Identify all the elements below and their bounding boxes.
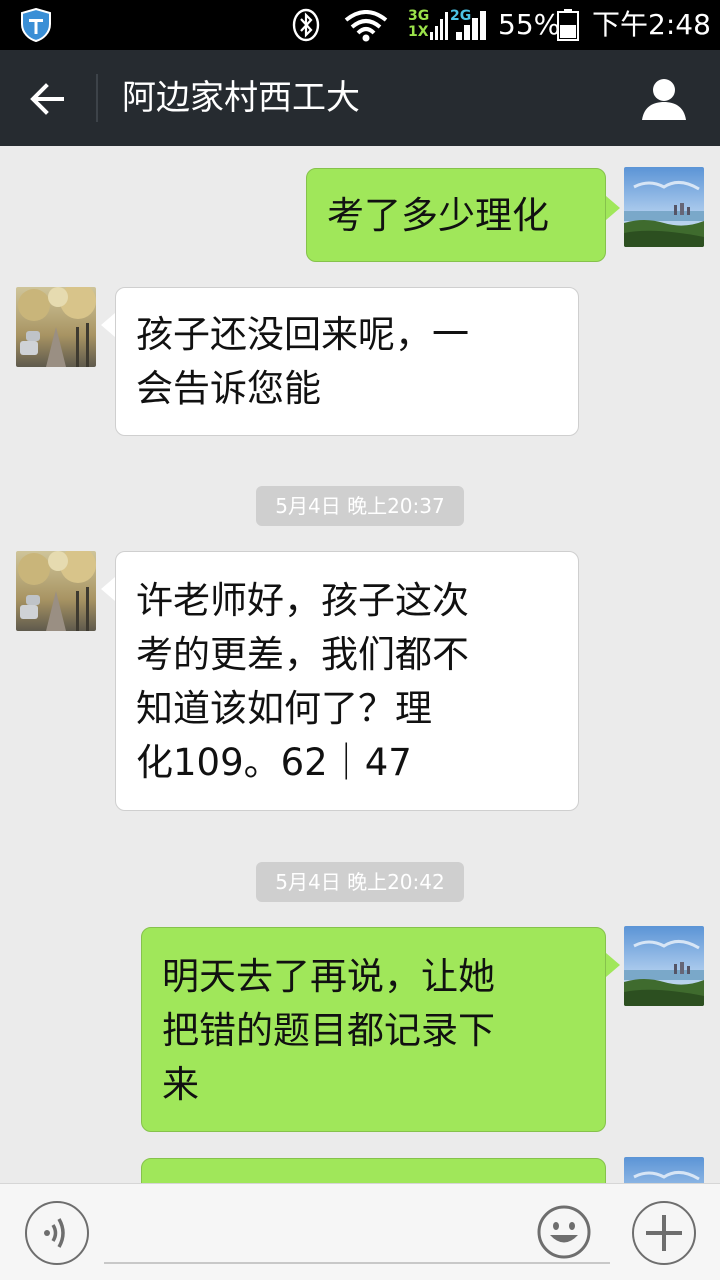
timestamp-divider: 5月4日 晚上20:42 xyxy=(256,862,464,902)
message-line: 化109。62｜47 xyxy=(136,741,412,784)
message-line: 孩子还没回来呢，一 xyxy=(136,313,469,356)
bubble-tail xyxy=(606,196,620,220)
signal-icon: 3G 1X 2G xyxy=(406,8,490,42)
network-3g-label: 3G xyxy=(408,8,430,24)
my-avatar[interactable] xyxy=(624,926,704,1006)
chat-title: 阿边家村西工大 xyxy=(122,78,360,118)
sent-message-bubble[interactable]: 明天去了再说，让她 把错的题目都记录下 来 xyxy=(141,927,606,1132)
bubble-tail xyxy=(101,577,115,601)
emoji-icon[interactable] xyxy=(536,1204,592,1260)
voice-icon xyxy=(44,1218,65,1248)
clock: 下午2:48 xyxy=(592,8,711,41)
message-line: 明天去了再说，让她 xyxy=(162,955,495,998)
message-text: 考了多少理化 xyxy=(327,194,549,237)
contact-avatar[interactable] xyxy=(16,287,96,367)
message-line: 知道该如何了？理 xyxy=(136,687,432,730)
message-line: 考的更差，我们都不 xyxy=(136,633,469,676)
person-icon[interactable] xyxy=(636,72,692,128)
battery-percent: 55% xyxy=(498,8,561,41)
bluetooth-icon xyxy=(292,8,320,42)
arrow-left-icon[interactable] xyxy=(22,72,76,126)
wifi-icon xyxy=(344,10,388,42)
message-line: 许老师好，孩子这次 xyxy=(136,579,469,622)
received-message-bubble[interactable]: 许老师好，孩子这次 考的更差，我们都不 知道该如何了？理 化109。62｜47 xyxy=(115,551,579,811)
timestamp-divider: 5月4日 晚上20:37 xyxy=(256,486,464,526)
voice-button[interactable] xyxy=(25,1201,89,1265)
my-avatar[interactable] xyxy=(624,167,704,247)
contact-avatar[interactable] xyxy=(16,551,96,631)
battery-icon xyxy=(557,9,579,41)
chat-header: 阿边家村西工大 xyxy=(0,50,720,146)
bubble-tail xyxy=(101,313,115,337)
bubble-tail xyxy=(606,953,620,977)
received-message-bubble[interactable]: 孩子还没回来呢，一 会告诉您能 xyxy=(115,287,579,436)
message-line: 来 xyxy=(162,1063,199,1106)
status-bar: 3G 1X 2G 55% 下午2:48 xyxy=(0,0,720,50)
input-bar xyxy=(0,1183,720,1280)
message-input[interactable] xyxy=(104,1204,610,1264)
message-line: 会告诉您能 xyxy=(136,367,321,410)
more-button[interactable] xyxy=(632,1201,696,1265)
sent-message-bubble[interactable]: 考了多少理化 xyxy=(306,168,606,262)
plus-icon xyxy=(646,1215,682,1251)
shield-icon xyxy=(21,8,51,42)
network-1x-label: 1X xyxy=(408,24,429,40)
message-line: 把错的题目都记录下 xyxy=(162,1009,495,1052)
header-divider xyxy=(96,74,98,122)
